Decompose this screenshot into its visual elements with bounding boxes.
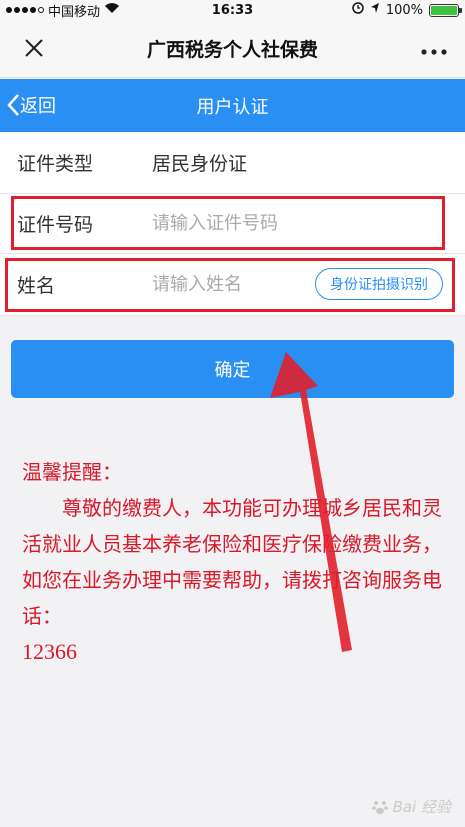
close-icon xyxy=(25,39,43,57)
watermark-text: Bai 经验 xyxy=(392,798,451,816)
id-number-row: 证件号码 xyxy=(0,194,465,254)
wifi-icon xyxy=(104,2,120,18)
id-scan-button[interactable]: 身份证拍摄识别 xyxy=(315,268,443,300)
chevron-left-icon xyxy=(7,94,19,116)
nav-title: 用户认证 xyxy=(196,96,269,118)
name-row: 姓名 身份证拍摄识别 xyxy=(0,254,465,316)
notice-title: 温馨提醒： xyxy=(22,460,122,484)
id-number-label: 证件号码 xyxy=(17,214,94,236)
watermark: Bai 经验 xyxy=(371,796,451,817)
name-input[interactable] xyxy=(152,274,302,295)
back-button[interactable]: 返回 xyxy=(6,92,56,118)
carrier-name: 中国移动 xyxy=(48,4,101,20)
id-type-label: 证件类型 xyxy=(17,153,94,175)
page-title: 广西税务个人社保费 xyxy=(146,39,318,61)
notice-section: 温馨提醒： 尊敬的缴费人，本功能可办理城乡居民和灵活就业人员基本养老保险和医疗保… xyxy=(22,454,442,670)
id-type-value: 居民身份证 xyxy=(152,153,248,175)
signal-strength-icon xyxy=(6,7,44,13)
alarm-icon xyxy=(352,2,364,18)
back-label: 返回 xyxy=(20,96,56,117)
name-label: 姓名 xyxy=(17,275,56,297)
battery-percent: 100% xyxy=(385,2,423,18)
id-type-row[interactable]: 证件类型 居民身份证 xyxy=(0,132,465,194)
id-number-input[interactable] xyxy=(152,213,302,234)
paw-icon xyxy=(371,800,388,814)
battery-icon xyxy=(429,3,462,17)
more-options-button[interactable] xyxy=(421,36,447,61)
more-dots-icon xyxy=(421,49,447,55)
nav-bar: 返回 用户认证 xyxy=(0,79,465,132)
close-button[interactable] xyxy=(20,34,48,62)
title-bar: 广西税务个人社保费 xyxy=(0,20,465,78)
auth-form: 证件类型 居民身份证 证件号码 姓名 身份证拍摄识别 xyxy=(0,132,465,316)
notice-phone: 12366 xyxy=(22,639,77,664)
notice-body: 尊敬的缴费人，本功能可办理城乡居民和灵活就业人员基本养老保险和医疗保险缴费业务，… xyxy=(22,496,442,628)
location-icon xyxy=(370,2,380,18)
status-bar: 中国移动 16:33 100% xyxy=(0,0,465,20)
confirm-button[interactable]: 确定 xyxy=(11,340,454,398)
